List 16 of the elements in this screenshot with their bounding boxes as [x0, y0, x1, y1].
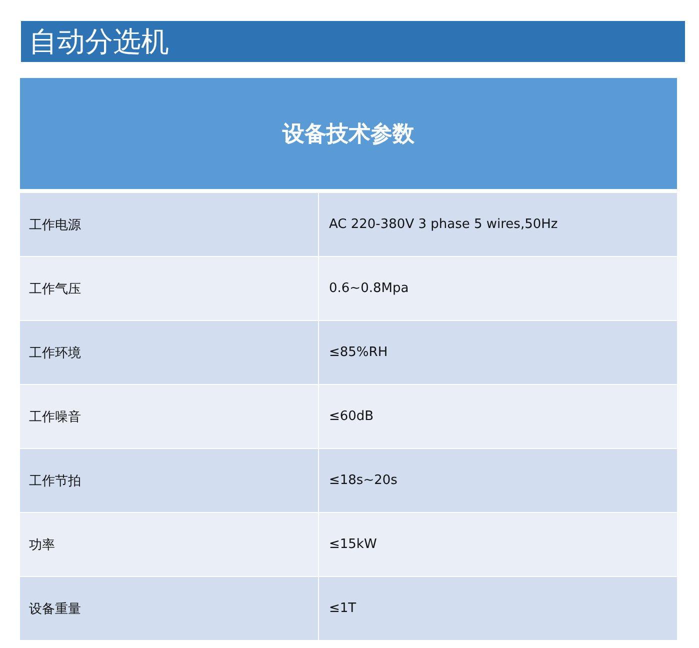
table-cell-text: ≤85%RH	[328, 344, 389, 362]
table-cell: 设备重量	[20, 577, 319, 640]
page-title: 自动分选机	[29, 28, 169, 56]
table-cell-text: 0.6~0.8Mpa	[328, 280, 410, 298]
table-cell: 工作环境	[20, 321, 319, 384]
table-cell-text: ≤1T	[328, 600, 358, 618]
table-heading: 设备技术参数	[20, 78, 677, 189]
table-cell: 工作节拍	[20, 449, 319, 512]
table-cell: 功率	[20, 513, 319, 576]
table-cell-text: ≤18s~20s	[328, 472, 398, 490]
table-cell-text: ≤60dB	[328, 408, 375, 426]
table-cell-text: ≤15kW	[328, 536, 378, 554]
table-cell: 工作噪音	[20, 385, 319, 448]
table-cell: 工作电源	[20, 193, 319, 256]
table-cell: 工作气压	[20, 257, 319, 320]
table-cell-text: AC 220-380V 3 phase 5 wires,50Hz	[328, 216, 559, 234]
